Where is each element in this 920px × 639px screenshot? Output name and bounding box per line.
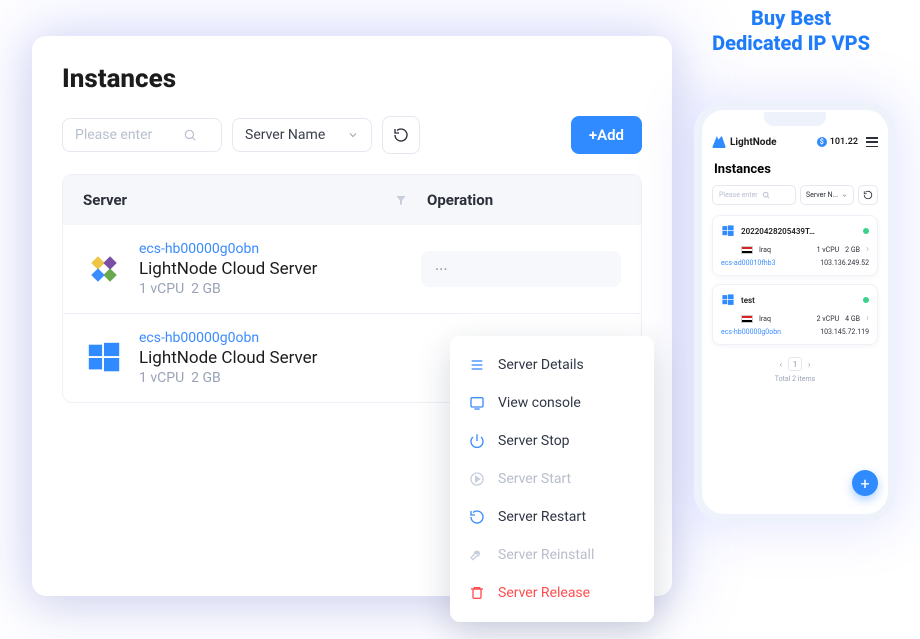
mobile-toolbar: Please enter Server N... <box>712 185 878 205</box>
reload-icon <box>393 127 409 143</box>
console-icon <box>468 394 486 412</box>
chevron-right-icon: › <box>866 244 869 255</box>
brand-icon <box>712 136 726 148</box>
ecs-id[interactable]: ecs-ad00010fhb3 <box>721 259 776 267</box>
menu-server-stop[interactable]: Server Stop <box>450 422 654 460</box>
windows-icon <box>721 293 735 307</box>
chevron-down-icon <box>347 129 359 141</box>
mobile-header: LightNode $ 101.22 <box>712 136 878 148</box>
menu-server-reinstall: Server Reinstall <box>450 536 654 574</box>
table-header: Server Operation <box>62 174 642 225</box>
server-id[interactable]: ecs-hb00000g0obn <box>139 330 317 346</box>
row-actions[interactable]: ··· <box>421 251 621 287</box>
add-button[interactable]: +Add <box>571 116 642 154</box>
mobile-search-input[interactable]: Please enter <box>712 185 796 205</box>
mobile-instance-card[interactable]: test Iraq 2 vCPU 4 GB › ecs-hb00000g0obn… <box>712 284 878 345</box>
mobile-instance-card[interactable]: 20220428205439T… Iraq 1 vCPU 2 GB › ecs-… <box>712 215 878 276</box>
server-spec: 1 vCPU 2 GB <box>139 281 317 297</box>
flag-icon <box>741 246 753 254</box>
search-icon <box>183 128 197 142</box>
table-row: ecs-hb00000g0obn LightNode Cloud Server … <box>63 225 641 313</box>
server-spec: 1 vCPU 2 GB <box>139 370 317 386</box>
page-title: Instances <box>62 64 642 94</box>
search-input[interactable] <box>75 127 175 143</box>
instance-id: test <box>741 296 857 305</box>
brand: LightNode <box>712 136 776 148</box>
reload-icon <box>863 190 873 200</box>
phone-notch <box>764 112 826 126</box>
wrench-icon <box>468 546 486 564</box>
menu-view-console[interactable]: View console <box>450 384 654 422</box>
ip-address: 103.136.249.52 <box>820 259 869 267</box>
windows-icon <box>721 224 735 238</box>
filter-icon[interactable] <box>395 194 407 206</box>
centos-icon <box>83 248 125 290</box>
search-icon <box>762 191 770 199</box>
flag-icon <box>741 315 753 323</box>
mobile-filter-select[interactable]: Server N... <box>800 185 854 205</box>
windows-icon <box>83 337 125 379</box>
coin-icon: $ <box>817 137 827 147</box>
menu-server-release[interactable]: Server Release <box>450 574 654 612</box>
trash-icon <box>468 584 486 602</box>
banner-line1: Buy Best <box>712 6 870 31</box>
server-name: LightNode Cloud Server <box>139 348 317 368</box>
power-icon <box>468 432 486 450</box>
menu-icon[interactable] <box>866 137 878 147</box>
instance-id: 20220428205439T… <box>741 227 857 236</box>
balance[interactable]: $ 101.22 <box>817 137 858 147</box>
mobile-reload-button[interactable] <box>858 185 878 205</box>
reload-button[interactable] <box>382 116 420 154</box>
status-dot <box>863 228 869 234</box>
promo-banner: Buy Best Dedicated IP VPS <box>712 6 870 56</box>
server-name: LightNode Cloud Server <box>139 259 317 279</box>
mobile-preview: LightNode $ 101.22 Instances Please ente… <box>694 102 896 522</box>
col-server: Server <box>83 191 395 209</box>
search-input-wrap[interactable] <box>62 118 222 152</box>
chevron-down-icon <box>841 192 848 199</box>
row-actions-menu: Server Details View console Server Stop … <box>450 336 654 622</box>
menu-server-details[interactable]: Server Details <box>450 346 654 384</box>
status-dot <box>863 297 869 303</box>
chevron-right-icon: › <box>866 313 869 324</box>
mobile-page-title: Instances <box>714 162 878 177</box>
menu-server-start: Server Start <box>450 460 654 498</box>
restart-icon <box>468 508 486 526</box>
prev-page[interactable]: ‹ <box>780 360 782 369</box>
play-icon <box>468 470 486 488</box>
toolbar: Server Name +Add <box>62 116 642 154</box>
mobile-total: Total 2 items <box>712 375 878 383</box>
ecs-id[interactable]: ecs-hb00000g0obn <box>721 328 781 336</box>
col-operation: Operation <box>427 191 621 209</box>
page-current[interactable]: 1 <box>788 357 802 371</box>
filter-select[interactable]: Server Name <box>232 118 372 152</box>
next-page[interactable]: › <box>808 360 810 369</box>
filter-select-label: Server Name <box>245 127 325 143</box>
menu-server-restart[interactable]: Server Restart <box>450 498 654 536</box>
server-id[interactable]: ecs-hb00000g0obn <box>139 241 317 257</box>
banner-line2: Dedicated IP VPS <box>712 31 870 56</box>
details-icon <box>468 356 486 374</box>
ip-address: 103.145.72.119 <box>820 328 869 336</box>
mobile-add-button[interactable]: + <box>852 470 878 496</box>
mobile-pagination: ‹ 1 › <box>712 357 878 371</box>
